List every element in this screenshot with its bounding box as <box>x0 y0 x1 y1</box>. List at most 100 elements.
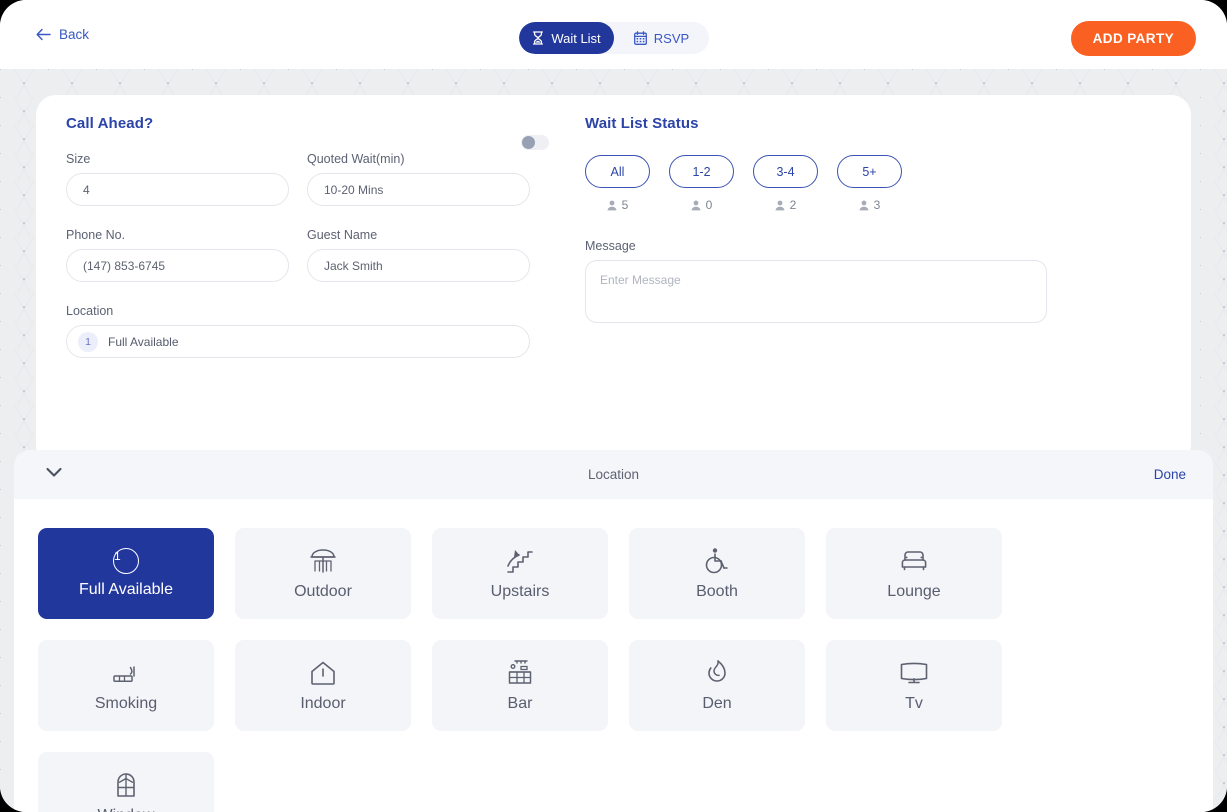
wait-list-status-title: Wait List Status <box>585 115 699 132</box>
toggle-knob <box>522 136 535 149</box>
tab-wait-list[interactable]: Wait List <box>519 22 614 54</box>
location-tile-upstairs[interactable]: Upstairs <box>432 528 608 619</box>
location-picker-drawer: Location Done 1 Full Available Outdoor U… <box>14 450 1213 812</box>
quoted-wait-label: Quoted Wait(min) <box>307 152 405 166</box>
sofa-icon <box>901 551 927 571</box>
location-tile-label: Bar <box>507 695 533 712</box>
person-icon <box>691 200 701 210</box>
location-tile-booth[interactable]: Booth <box>629 528 805 619</box>
location-select[interactable]: 1 Full Available <box>66 325 530 358</box>
person-icon <box>607 200 617 210</box>
location-label: Location <box>66 304 114 318</box>
location-tile-label: Smoking <box>94 695 158 712</box>
location-tile-lounge[interactable]: Lounge <box>826 528 1002 619</box>
quoted-wait-input[interactable] <box>307 173 530 206</box>
location-tile-outdoor[interactable]: Outdoor <box>235 528 411 619</box>
person-icon <box>859 200 869 210</box>
tab-wait-list-label: Wait List <box>551 30 601 46</box>
calendar-icon <box>633 31 647 45</box>
call-ahead-title: Call Ahead? <box>66 115 154 132</box>
location-tile-smoking[interactable]: Smoking <box>38 640 214 731</box>
bar-counter-icon <box>508 660 532 684</box>
television-icon <box>900 662 928 684</box>
filter-count-5-plus: 3 <box>837 198 902 212</box>
stairs-up-icon <box>507 550 533 573</box>
location-badge: 1 <box>78 331 98 352</box>
message-field-group: Message <box>585 239 1047 328</box>
filter-chip-5-plus[interactable]: 5+ <box>837 155 902 188</box>
guest-name-label: Guest Name <box>307 228 378 242</box>
view-tab-group: Wait List RSVP <box>519 22 709 54</box>
filter-count-all: 5 <box>585 198 650 212</box>
location-tile-bar[interactable]: Bar <box>432 640 608 731</box>
window-icon <box>117 773 135 797</box>
filter-count-1-2-value: 0 <box>705 198 713 212</box>
tab-rsvp[interactable]: RSVP <box>614 22 709 54</box>
filter-chip-3-4[interactable]: 3-4 <box>753 155 818 188</box>
location-tile-den[interactable]: Den <box>629 640 805 731</box>
number-one-badge-icon: 1 <box>113 548 139 574</box>
drawer-title: Location <box>587 467 640 482</box>
phone-label: Phone No. <box>66 228 126 242</box>
phone-field-group: Phone No. <box>66 228 289 282</box>
message-input[interactable] <box>585 260 1047 323</box>
guest-name-field-group: Guest Name <box>307 228 530 282</box>
done-button[interactable]: Done <box>1154 467 1186 482</box>
filter-count-1-2: 0 <box>669 198 734 212</box>
location-tile-label: Den <box>702 695 732 712</box>
chevron-down-icon[interactable] <box>46 467 62 478</box>
umbrella-table-icon <box>310 549 336 573</box>
location-tile-full-available[interactable]: 1 Full Available <box>38 528 214 619</box>
person-icon <box>775 200 785 210</box>
back-arrow-icon <box>36 28 51 41</box>
top-header: Back Wait List RSVP ADD PARTY <box>0 0 1227 69</box>
filter-count-all-value: 5 <box>621 198 629 212</box>
main-content-card: Call Ahead? Size Quoted Wait(min) Phone … <box>36 95 1191 465</box>
location-tile-label: Indoor <box>300 695 346 712</box>
wait-list-status-panel: Wait List Status All 5 1-2 0 3-4 2 5+ 3 … <box>585 115 1085 328</box>
location-tile-label: Full Available <box>79 581 173 598</box>
drawer-header: Location Done <box>14 450 1213 499</box>
filter-count-3-4-value: 2 <box>789 198 797 212</box>
add-party-button[interactable]: ADD PARTY <box>1070 21 1196 56</box>
location-tile-window[interactable]: Window <box>38 752 214 812</box>
location-tile-grid: 1 Full Available Outdoor Upstairs Booth … <box>38 528 1188 812</box>
filter-col-1-2: 1-2 0 <box>669 155 734 212</box>
party-size-filter-group: All 5 1-2 0 3-4 2 5+ 3 <box>585 155 1085 212</box>
filter-col-all: All 5 <box>585 155 650 212</box>
wheelchair-icon <box>705 548 728 574</box>
size-input[interactable] <box>66 173 289 206</box>
call-ahead-panel: Call Ahead? Size Quoted Wait(min) Phone … <box>66 115 566 358</box>
filter-count-3-4: 2 <box>753 198 818 212</box>
back-label: Back <box>59 27 90 42</box>
hourglass-icon <box>533 31 544 45</box>
location-tile-label: Tv <box>905 695 923 712</box>
message-label: Message <box>585 239 636 253</box>
size-field-group: Size <box>66 152 289 206</box>
location-field-group: Location 1 Full Available <box>66 304 530 358</box>
cigarette-icon <box>113 666 135 682</box>
location-tile-label: Upstairs <box>490 583 550 600</box>
house-icon <box>311 661 335 685</box>
tab-rsvp-label: RSVP <box>653 30 690 46</box>
guest-name-input[interactable] <box>307 249 530 282</box>
app-root: Back Wait List RSVP ADD PARTY Call Ahead… <box>0 0 1227 812</box>
phone-input[interactable] <box>66 249 289 282</box>
back-button[interactable]: Back <box>36 27 89 42</box>
location-tile-label: Lounge <box>887 583 941 600</box>
size-label: Size <box>66 152 91 166</box>
filter-chip-all[interactable]: All <box>585 155 650 188</box>
call-ahead-toggle[interactable] <box>521 135 549 150</box>
filter-col-5-plus: 5+ 3 <box>837 155 902 212</box>
location-tile-label: Booth <box>696 583 738 600</box>
filter-chip-1-2[interactable]: 1-2 <box>669 155 734 188</box>
flame-icon <box>708 660 726 682</box>
filter-count-5-plus-value: 3 <box>873 198 881 212</box>
location-tile-tv[interactable]: Tv <box>826 640 1002 731</box>
location-tile-label: Outdoor <box>294 583 352 600</box>
location-value: Full Available <box>108 334 179 349</box>
location-tile-label: Window <box>98 807 155 812</box>
location-tile-indoor[interactable]: Indoor <box>235 640 411 731</box>
filter-col-3-4: 3-4 2 <box>753 155 818 212</box>
quoted-wait-field-group: Quoted Wait(min) <box>307 152 530 206</box>
